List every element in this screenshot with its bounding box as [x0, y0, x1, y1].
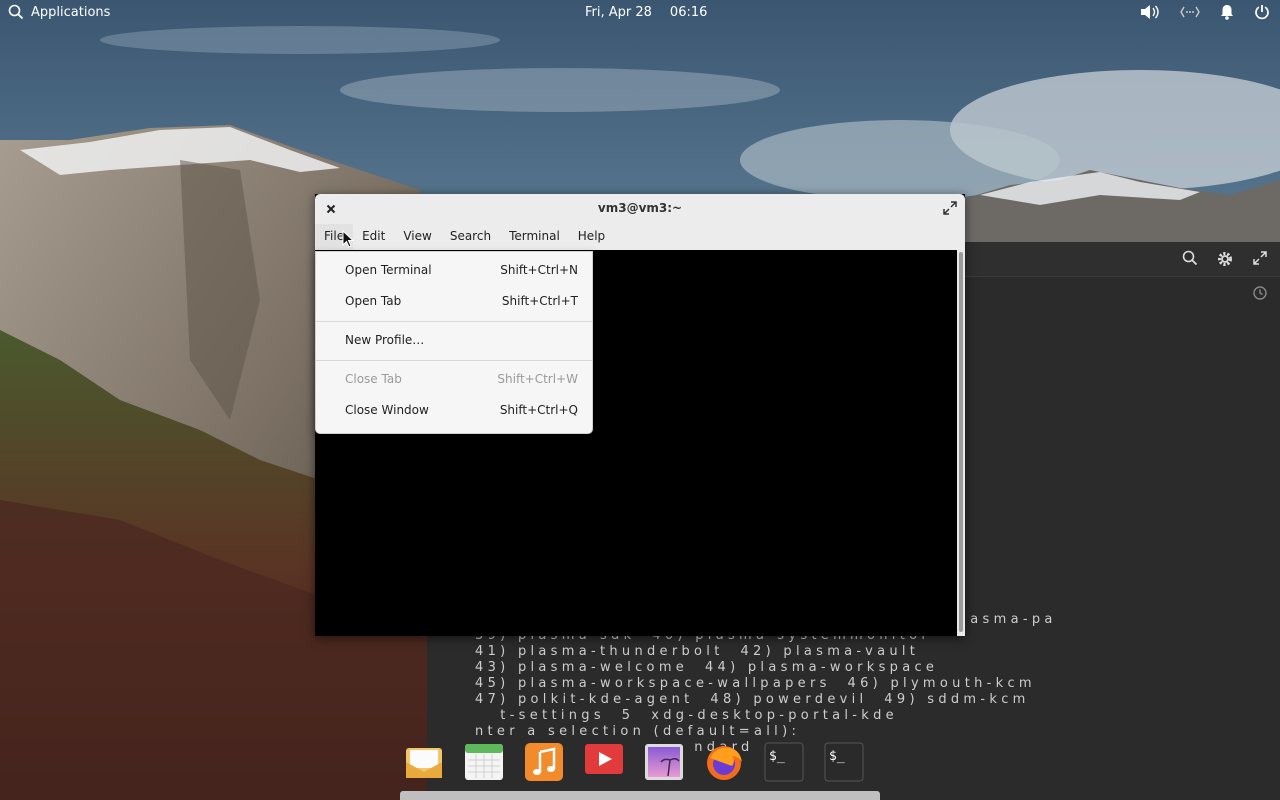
menu-help[interactable]: Help	[569, 224, 614, 250]
dock-item-music[interactable]	[524, 742, 564, 782]
applications-menu-button[interactable]: Applications	[8, 4, 110, 20]
top-panel: Applications Fri, Apr 28 06:16	[0, 0, 1280, 26]
music-icon	[525, 743, 563, 781]
search-icon[interactable]	[1182, 250, 1198, 266]
menu-item-shortcut: Shift+Ctrl+Q	[499, 403, 578, 417]
power-icon[interactable]	[1254, 4, 1270, 20]
menu-item-shortcut: Shift+Ctrl+T	[501, 294, 578, 308]
menu-view[interactable]: View	[394, 224, 440, 250]
maximize-icon[interactable]	[1252, 250, 1268, 266]
menu-separator	[316, 321, 592, 322]
search-icon	[8, 4, 24, 20]
network-icon[interactable]	[1180, 5, 1200, 19]
menu-item-new-profile[interactable]: New Profile…	[316, 328, 592, 352]
menu-item-shortcut: Shift+Ctrl+N	[500, 263, 578, 277]
applications-label: Applications	[31, 4, 111, 20]
menu-item-close-window[interactable]: Close Window Shift+Ctrl+Q	[316, 398, 592, 422]
history-icon[interactable]	[1252, 285, 1268, 301]
menu-item-label: Open Terminal	[345, 263, 432, 277]
terminal-prompt-glyph: $_	[769, 749, 785, 764]
maximize-icon[interactable]	[943, 201, 957, 215]
menu-terminal[interactable]: Terminal	[500, 224, 569, 250]
terminal-icon: $_	[764, 742, 804, 782]
mouse-cursor-icon	[342, 230, 354, 248]
dock-item-terminal-2[interactable]: $_	[824, 742, 864, 782]
dock-shelf	[400, 791, 880, 800]
terminal-prompt-glyph: $_	[829, 749, 845, 764]
mail-icon	[406, 748, 442, 778]
menu-item-label: Open Tab	[345, 294, 402, 308]
dock-item-mail[interactable]	[404, 742, 444, 782]
gear-icon[interactable]	[1216, 250, 1234, 268]
menu-separator	[316, 360, 592, 361]
menu-item-close-tab: Close Tab Shift+Ctrl+W	[316, 367, 592, 391]
dock-item-video-player[interactable]	[584, 742, 624, 782]
menu-search[interactable]: Search	[441, 224, 500, 250]
menu-item-shortcut: Shift+Ctrl+W	[497, 372, 578, 386]
menu-item-label: New Profile…	[345, 333, 425, 347]
menu-edit[interactable]: Edit	[353, 224, 394, 250]
menu-item-label: Close Window	[345, 403, 429, 417]
video-player-icon	[585, 744, 623, 780]
terminal-title: vm3@vm3:~	[597, 201, 683, 215]
scrollbar-thumb[interactable]	[959, 252, 963, 632]
notifications-icon[interactable]	[1220, 4, 1234, 20]
dock-item-calendar[interactable]	[464, 742, 504, 782]
terminal-titlebar[interactable]: vm3@vm3:~	[315, 194, 965, 225]
dock-item-photos[interactable]	[644, 742, 684, 782]
dock: $_ $_	[404, 742, 864, 792]
firefox-icon	[707, 746, 742, 780]
clock-date: Fri, Apr 28	[585, 5, 652, 20]
photos-icon	[645, 744, 683, 780]
terminal-icon: $_	[824, 742, 864, 782]
clock[interactable]: Fri, Apr 28 06:16	[585, 5, 707, 20]
calendar-icon	[465, 744, 503, 780]
menu-item-open-terminal[interactable]: Open Terminal Shift+Ctrl+N	[316, 258, 592, 282]
volume-icon[interactable]	[1140, 4, 1160, 20]
system-tray	[1140, 4, 1270, 20]
terminal-menubar: File Edit View Search Terminal Help	[315, 224, 965, 250]
menu-item-open-tab[interactable]: Open Tab Shift+Ctrl+T	[316, 289, 592, 313]
file-menu-dropdown: Open Terminal Shift+Ctrl+N Open Tab Shif…	[315, 251, 593, 434]
dock-item-terminal[interactable]: $_	[764, 742, 804, 782]
menu-item-label: Close Tab	[345, 372, 402, 386]
clock-time: 06:16	[669, 5, 708, 20]
terminal-scrollbar[interactable]	[957, 250, 965, 636]
dock-item-firefox[interactable]	[704, 742, 744, 782]
